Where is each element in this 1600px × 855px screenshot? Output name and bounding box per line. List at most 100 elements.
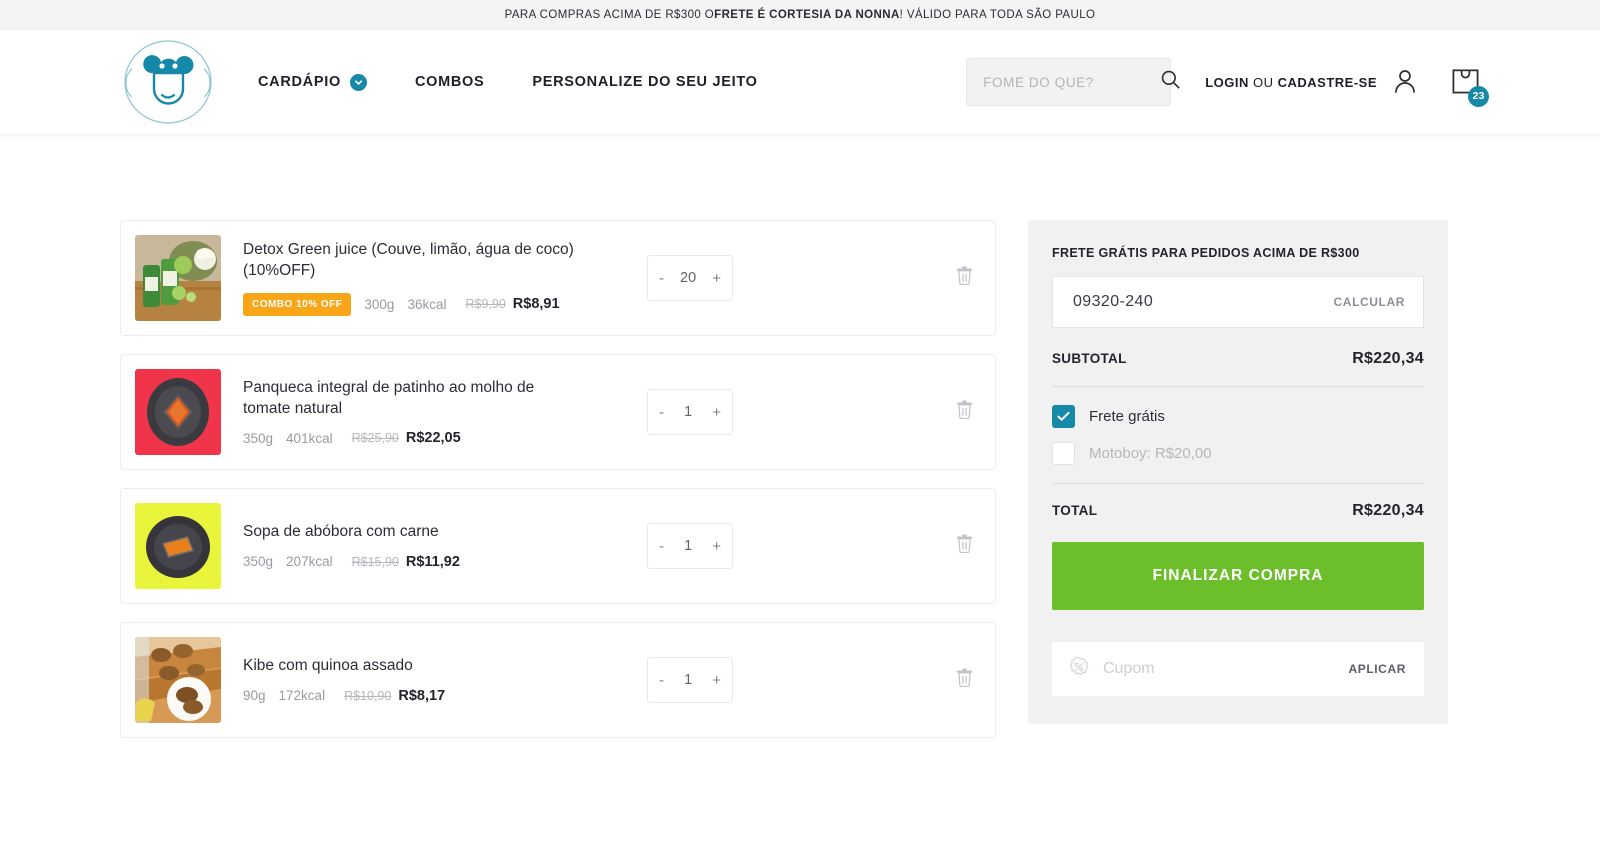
promo-highlight: FRETE É CORTESIA DA NONNA	[714, 9, 900, 21]
checkout-button[interactable]: FINALIZAR COMPRA	[1052, 542, 1424, 610]
user-icon[interactable]	[1393, 68, 1417, 97]
table-row: Sopa de abóbora com carne 350g 207kcal R…	[120, 488, 996, 604]
quantity-stepper[interactable]: - 1 +	[647, 389, 733, 435]
item-price-new: R$22,05	[405, 430, 461, 447]
register-label: CADASTRE-SE	[1277, 74, 1377, 90]
item-details: Detox Green juice (Couve, limão, água de…	[221, 240, 591, 316]
item-prices: R$9,90 R$8,91	[465, 296, 559, 312]
item-price-new: R$8,91	[512, 296, 560, 313]
item-prices: R$25,90 R$22,05	[352, 430, 461, 446]
subtotal-label: SUBTOTAL	[1052, 351, 1127, 366]
account-link[interactable]: LOGIN OU CADASTRE-SE	[1205, 68, 1417, 97]
nav-item-personalize[interactable]: PERSONALIZE DO SEU JEITO	[532, 74, 757, 90]
item-details: Sopa de abóbora com carne 350g 207kcal R…	[221, 522, 591, 570]
remove-item-button[interactable]	[956, 668, 973, 692]
nav-item-combos[interactable]: COMBOS	[415, 74, 484, 90]
quantity-value: 1	[684, 538, 693, 554]
quantity-decrease-button[interactable]: -	[659, 271, 664, 286]
trash-icon[interactable]	[956, 668, 973, 692]
item-calories: 172kcal	[278, 688, 326, 704]
sopa-abobora-photo	[135, 503, 221, 589]
item-calories: 207kcal	[286, 554, 333, 570]
quantity-increase-button[interactable]: +	[712, 405, 721, 420]
item-prices: R$10,90 R$8,17	[344, 688, 445, 704]
remove-item-button[interactable]	[956, 266, 973, 290]
trash-icon[interactable]	[956, 534, 973, 558]
cep-field-row[interactable]: CALCULAR	[1052, 276, 1424, 328]
main-navigation: CARDÁPIO COMBOS PERSONALIZE DO SEU JEITO	[258, 73, 758, 91]
item-price-old: R$9,90	[465, 297, 506, 312]
divider-bottom	[1052, 483, 1424, 484]
kibe-quinoa-photo	[135, 637, 221, 723]
table-row: Detox Green juice (Couve, limão, água de…	[120, 220, 996, 336]
coupon-field-row[interactable]: APLICAR	[1052, 642, 1424, 696]
promo-prefix: PARA COMPRAS ACIMA DE R$300 O	[504, 9, 715, 21]
table-row: Kibe com quinoa assado 90g 172kcal R$10,…	[120, 622, 996, 738]
item-weight: 300g	[364, 296, 395, 312]
promo-suffix: ! VÁLIDO PARA TODA SÃO PAULO	[899, 9, 1096, 21]
trash-icon[interactable]	[956, 400, 973, 424]
item-weight: 90g	[243, 688, 266, 704]
promo-banner: PARA COMPRAS ACIMA DE R$300 O FRETE É CO…	[0, 0, 1600, 30]
shipping-option-free-label: Frete grátis	[1089, 408, 1165, 425]
remove-item-button[interactable]	[956, 534, 973, 558]
item-price-new: R$11,92	[405, 553, 460, 570]
quantity-increase-button[interactable]: +	[712, 271, 721, 286]
item-price-old: R$25,90	[351, 431, 399, 446]
discount-tag-icon	[1068, 655, 1090, 683]
cart-count-badge: 23	[1468, 85, 1489, 107]
item-title: Panqueca integral de patinho ao molho de…	[243, 378, 535, 417]
site-header: CARDÁPIO COMBOS PERSONALIZE DO SEU JEITO	[0, 30, 1600, 134]
cart-page: Detox Green juice (Couve, limão, água de…	[0, 134, 1600, 756]
combo-badge: COMBO 10% OFF	[243, 292, 352, 316]
quantity-value: 20	[680, 270, 697, 286]
checkbox-checked-icon[interactable]	[1052, 405, 1075, 428]
account-or: OU	[1248, 74, 1278, 90]
table-row: Panqueca integral de patinho ao molho de…	[120, 354, 996, 470]
quantity-increase-button[interactable]: +	[712, 673, 721, 688]
trash-icon[interactable]	[956, 266, 973, 290]
search-box[interactable]	[966, 58, 1180, 106]
cep-input[interactable]	[1073, 293, 1334, 311]
search-input[interactable]	[983, 74, 1161, 90]
subtotal-row: SUBTOTAL R$220,34	[1052, 350, 1424, 368]
chevron-down-icon[interactable]	[349, 73, 367, 91]
quantity-stepper[interactable]: - 1 +	[647, 523, 733, 569]
quantity-stepper[interactable]: - 20 +	[647, 255, 733, 301]
apply-coupon-button[interactable]: APLICAR	[1348, 662, 1406, 676]
quantity-decrease-button[interactable]: -	[659, 405, 664, 420]
item-weight: 350g	[243, 554, 274, 570]
cart-button[interactable]: 23	[1451, 65, 1489, 107]
shipping-option-motoboy[interactable]: Motoboy: R$20,00	[1052, 442, 1424, 465]
nonna-chef-logo[interactable]	[118, 39, 218, 125]
cart-items-list: Detox Green juice (Couve, limão, água de…	[120, 220, 996, 756]
item-price-new: R$8,17	[398, 687, 446, 704]
nav-item-cardapio[interactable]: CARDÁPIO	[258, 73, 367, 91]
quantity-increase-button[interactable]: +	[712, 539, 721, 554]
remove-item-button[interactable]	[956, 400, 973, 424]
coupon-input[interactable]	[1103, 660, 1336, 678]
item-title: Detox Green juice (Couve, limão, água de…	[243, 241, 574, 279]
calculate-shipping-button[interactable]: CALCULAR	[1334, 295, 1405, 309]
item-details: Kibe com quinoa assado 90g 172kcal R$10,…	[221, 656, 591, 704]
total-label: TOTAL	[1052, 503, 1098, 518]
total-row: TOTAL R$220,34	[1052, 502, 1424, 520]
search-icon[interactable]	[1160, 69, 1181, 95]
item-calories: 36kcal	[407, 296, 447, 312]
checkbox-unchecked-icon[interactable]	[1052, 442, 1075, 465]
item-meta: 350g 207kcal R$15,90 R$11,92	[243, 554, 581, 570]
detox-green-juice-photo	[135, 235, 221, 321]
quantity-value: 1	[684, 672, 693, 688]
quantity-decrease-button[interactable]: -	[659, 673, 664, 688]
quantity-decrease-button[interactable]: -	[659, 539, 664, 554]
item-prices: R$15,90 R$11,92	[352, 554, 460, 570]
item-meta: 350g 401kcal R$25,90 R$22,05	[243, 430, 581, 446]
item-title: Kibe com quinoa assado	[243, 657, 413, 675]
quantity-stepper[interactable]: - 1 +	[647, 657, 733, 703]
shipping-option-free[interactable]: Frete grátis	[1052, 405, 1424, 428]
login-label: LOGIN	[1205, 74, 1249, 90]
item-price-old: R$10,90	[344, 688, 392, 703]
subtotal-value: R$220,34	[1352, 350, 1424, 367]
quantity-value: 1	[684, 404, 693, 420]
item-calories: 401kcal	[286, 430, 333, 446]
